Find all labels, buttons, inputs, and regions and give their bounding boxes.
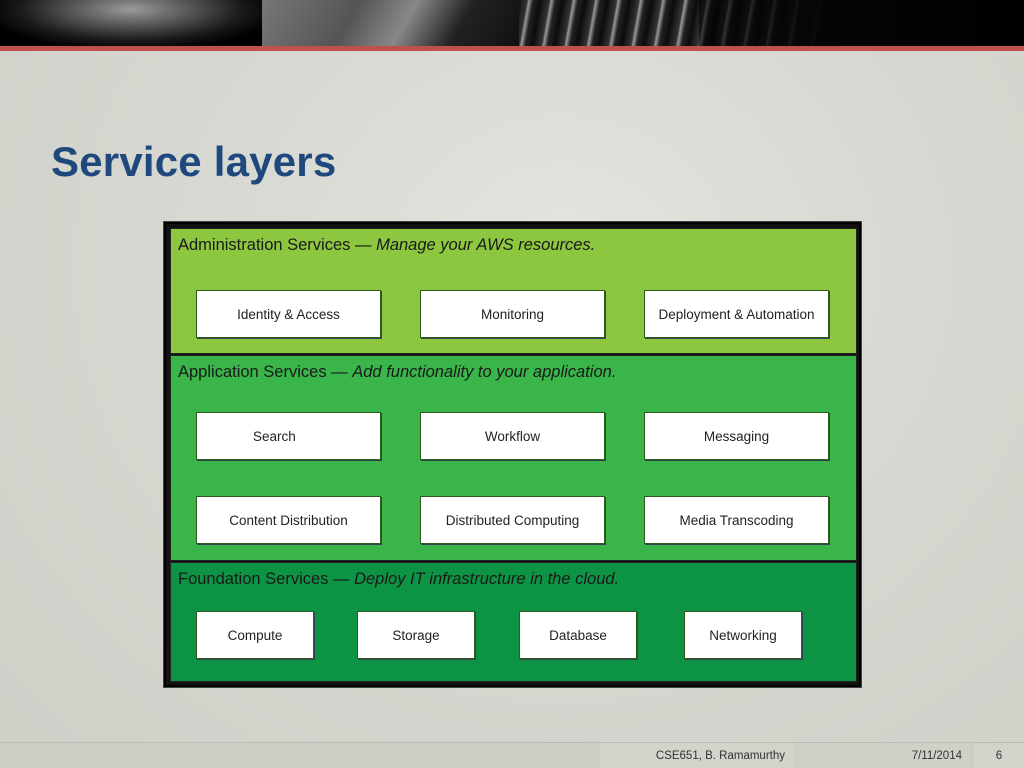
service-identity-access: Identity & Access — [196, 290, 381, 338]
layer-tagline: Manage your AWS resources. — [376, 236, 596, 254]
layer-application-services: Application Services — Add functionality… — [170, 355, 857, 561]
banner-panel-metal — [262, 0, 519, 46]
layer-name: Administration Services — [178, 236, 351, 254]
service-monitoring: Monitoring — [420, 290, 605, 338]
service-messaging: Messaging — [644, 412, 829, 460]
header-banner-image — [0, 0, 1024, 46]
banner-panel-wheel — [0, 0, 262, 46]
service-database: Database — [519, 611, 637, 659]
layer-tagline: Add functionality to your application. — [352, 363, 617, 381]
slide-title: Service layers — [51, 138, 337, 185]
layer-tagline: Deploy IT infrastructure in the cloud. — [354, 570, 620, 588]
service-networking: Networking — [684, 611, 802, 659]
service-workflow: Workflow — [420, 412, 605, 460]
banner-panel-dark — [519, 0, 1024, 46]
layer-header: Application Services — Add functionality… — [178, 363, 617, 381]
service-storage: Storage — [357, 611, 475, 659]
service-distributed-computing: Distributed Computing — [420, 496, 605, 544]
service-compute: Compute — [196, 611, 314, 659]
service-search: Search — [196, 412, 381, 460]
layer-foundation-services: Foundation Services — Deploy IT infrastr… — [170, 562, 857, 682]
service-media-transcoding: Media Transcoding — [644, 496, 829, 544]
footer-date: 7/11/2014 — [798, 743, 970, 768]
layer-name: Foundation Services — [178, 570, 329, 588]
service-content-distribution: Content Distribution — [196, 496, 381, 544]
layer-administration-services: Administration Services — Manage your AW… — [170, 228, 857, 354]
footer-author: CSE651, B. Ramamurthy — [600, 743, 795, 768]
accent-rule — [0, 46, 1024, 51]
layer-name: Application Services — [178, 363, 327, 381]
service-deployment-automation: Deployment & Automation — [644, 290, 829, 338]
footer-page-number: 6 — [974, 743, 1024, 768]
layer-header: Foundation Services — Deploy IT infrastr… — [178, 570, 620, 588]
service-layers-diagram: Administration Services — Manage your AW… — [163, 221, 862, 688]
slide-footer: CSE651, B. Ramamurthy 7/11/2014 6 — [0, 742, 1024, 768]
layer-header: Administration Services — Manage your AW… — [178, 236, 596, 254]
